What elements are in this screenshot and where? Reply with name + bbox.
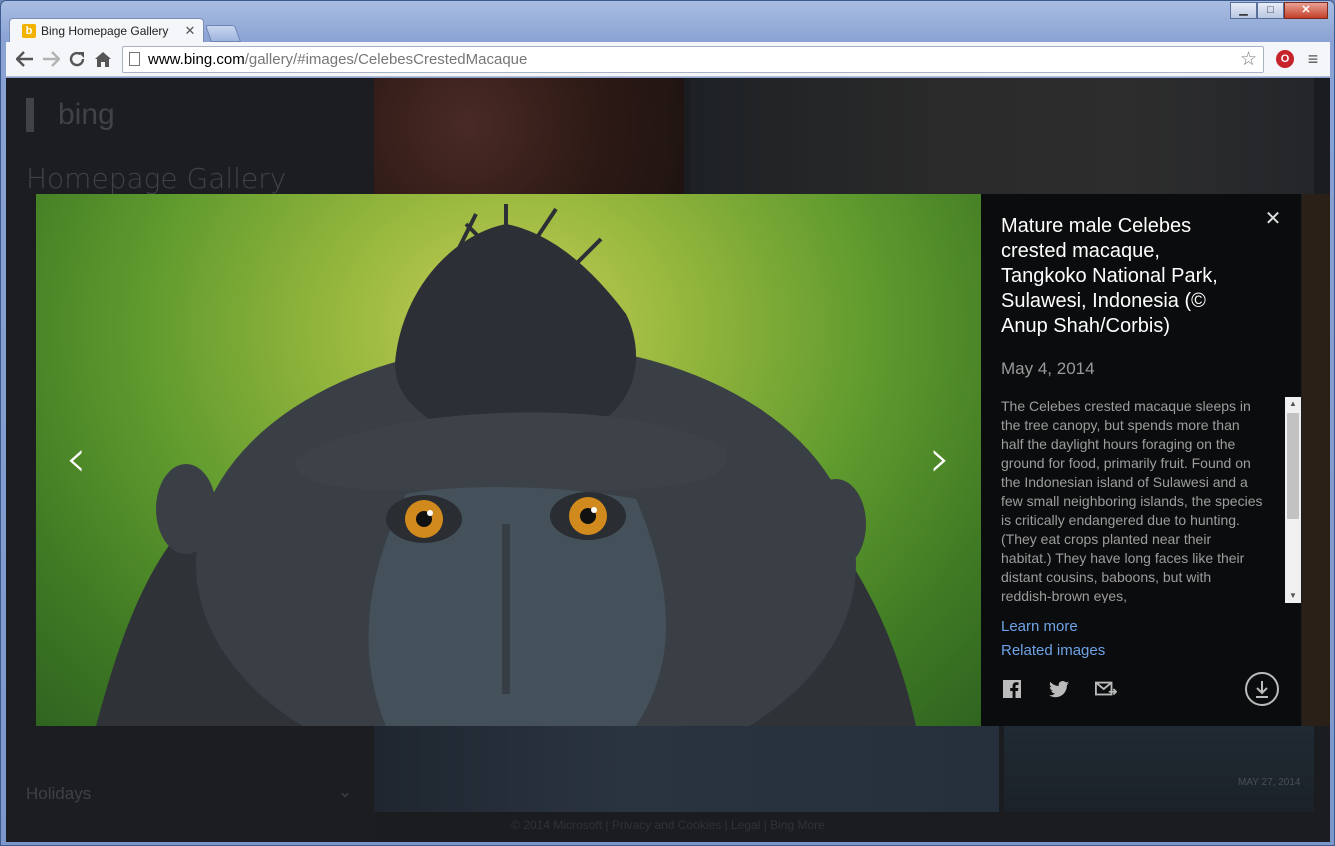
url-path: /gallery/#images/CelebesCrestedMacaque: [244, 50, 528, 68]
address-bar[interactable]: www.bing.com/gallery/#images/CelebesCres…: [122, 45, 1264, 73]
image-lightbox: ‹ › ✕ Mature male Celebes crested macaqu…: [36, 194, 1301, 726]
chevron-down-icon[interactable]: ⌄: [338, 782, 352, 802]
scroll-up-arrow-icon[interactable]: ▲: [1285, 397, 1301, 411]
next-image-button[interactable]: ›: [920, 433, 960, 485]
back-arrow-icon: [16, 51, 33, 67]
related-images-link[interactable]: Related images: [1001, 639, 1281, 663]
image-info-panel: ✕ Mature male Celebes crested macaque, T…: [981, 194, 1301, 726]
download-icon: [1256, 681, 1268, 698]
tab-title: Bing Homepage Gallery: [41, 23, 169, 38]
learn-more-link[interactable]: Learn more: [1001, 615, 1281, 639]
email-share-icon[interactable]: [1095, 678, 1117, 700]
info-links: Learn more Related images: [1001, 615, 1281, 663]
twitter-icon[interactable]: [1048, 678, 1070, 700]
close-lightbox-button[interactable]: ✕: [1263, 206, 1283, 231]
bing-logo: bing: [26, 98, 115, 132]
scrollbar-thumb[interactable]: [1287, 413, 1299, 519]
share-row: [1001, 672, 1279, 706]
gallery-tile[interactable]: [374, 78, 684, 194]
gallery-title: Homepage Gallery: [26, 162, 287, 195]
browser-toolbar: www.bing.com/gallery/#images/CelebesCres…: [6, 42, 1330, 77]
gallery-tile[interactable]: [374, 726, 999, 812]
gallery-tile[interactable]: [690, 78, 1314, 194]
tab-bing-gallery[interactable]: b Bing Homepage Gallery ✕: [9, 18, 204, 42]
extension-icon[interactable]: O: [1276, 50, 1294, 68]
description-scrollbar[interactable]: ▲ ▼: [1285, 397, 1301, 603]
previous-image-button[interactable]: ‹: [56, 433, 96, 485]
bing-logo-icon: [26, 98, 50, 132]
window-controls: ▁ □ ✕: [1230, 2, 1328, 19]
minimize-button[interactable]: ▁: [1230, 2, 1257, 19]
new-tab-button[interactable]: [204, 25, 242, 42]
holidays-filter[interactable]: Holidays: [26, 784, 91, 804]
featured-photo: ‹ ›: [36, 194, 981, 726]
download-button[interactable]: [1245, 672, 1279, 706]
browser-window: ▁ □ ✕ b Bing Homepage Gallery ✕ www.bing…: [0, 0, 1335, 846]
back-button[interactable]: [12, 46, 38, 72]
macaque-illustration: [96, 204, 916, 726]
description-scroll-area[interactable]: The Celebes crested macaque sleeps in th…: [1001, 397, 1301, 603]
home-icon: [95, 51, 111, 67]
image-description: The Celebes crested macaque sleeps in th…: [1001, 398, 1263, 603]
scroll-down-arrow-icon[interactable]: ▼: [1285, 589, 1301, 603]
bing-favicon-icon: b: [22, 23, 36, 38]
page-footer: © 2014 Microsoft | Privacy and Cookies |…: [511, 818, 825, 832]
tab-strip: b Bing Homepage Gallery ✕: [9, 18, 242, 42]
url-host: www.bing.com: [148, 50, 245, 68]
image-date: May 4, 2014: [1001, 359, 1095, 378]
tab-close-icon[interactable]: ✕: [183, 23, 197, 39]
page-icon: [129, 52, 140, 66]
close-window-button[interactable]: ✕: [1284, 2, 1328, 19]
reload-button[interactable]: [64, 46, 90, 72]
bookmark-star-icon[interactable]: ☆: [1240, 48, 1257, 71]
reload-icon: [69, 51, 85, 67]
bing-logo-text: bing: [58, 98, 115, 131]
maximize-button[interactable]: □: [1257, 2, 1284, 19]
facebook-icon[interactable]: [1001, 678, 1023, 700]
forward-button[interactable]: [38, 46, 64, 72]
home-button[interactable]: [90, 46, 116, 72]
forward-arrow-icon: [43, 51, 60, 67]
image-caption: Mature male Celebes crested macaque, Tan…: [1001, 215, 1218, 337]
gallery-tile[interactable]: [1302, 194, 1330, 726]
menu-icon[interactable]: ≡: [1302, 49, 1324, 70]
gallery-tile[interactable]: [1004, 726, 1314, 812]
tile-date: MAY 27, 2014: [1238, 777, 1301, 788]
